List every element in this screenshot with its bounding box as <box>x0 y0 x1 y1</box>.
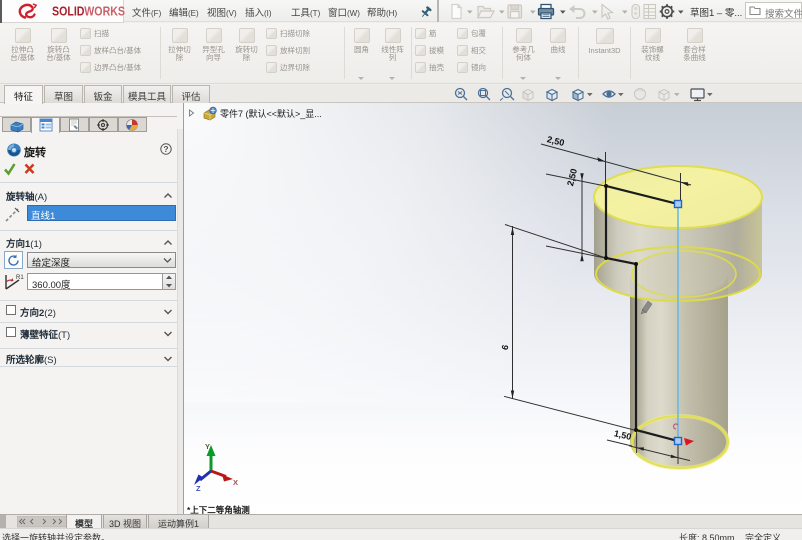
svg-text:SOLID: SOLID <box>52 5 84 19</box>
svg-text:?: ? <box>163 144 168 154</box>
svg-text:Z: Z <box>196 484 201 493</box>
svg-text:X: X <box>233 478 238 487</box>
svg-text:零件7 (默认<<默认>_显...: 零件7 (默认<<默认>_显... <box>220 108 322 119</box>
svg-text:R1: R1 <box>16 275 24 281</box>
svg-text:*上下二等角轴测: *上下二等角轴测 <box>187 505 250 514</box>
svg-text:WORKS: WORKS <box>84 5 125 19</box>
svg-text:Y: Y <box>205 442 210 451</box>
